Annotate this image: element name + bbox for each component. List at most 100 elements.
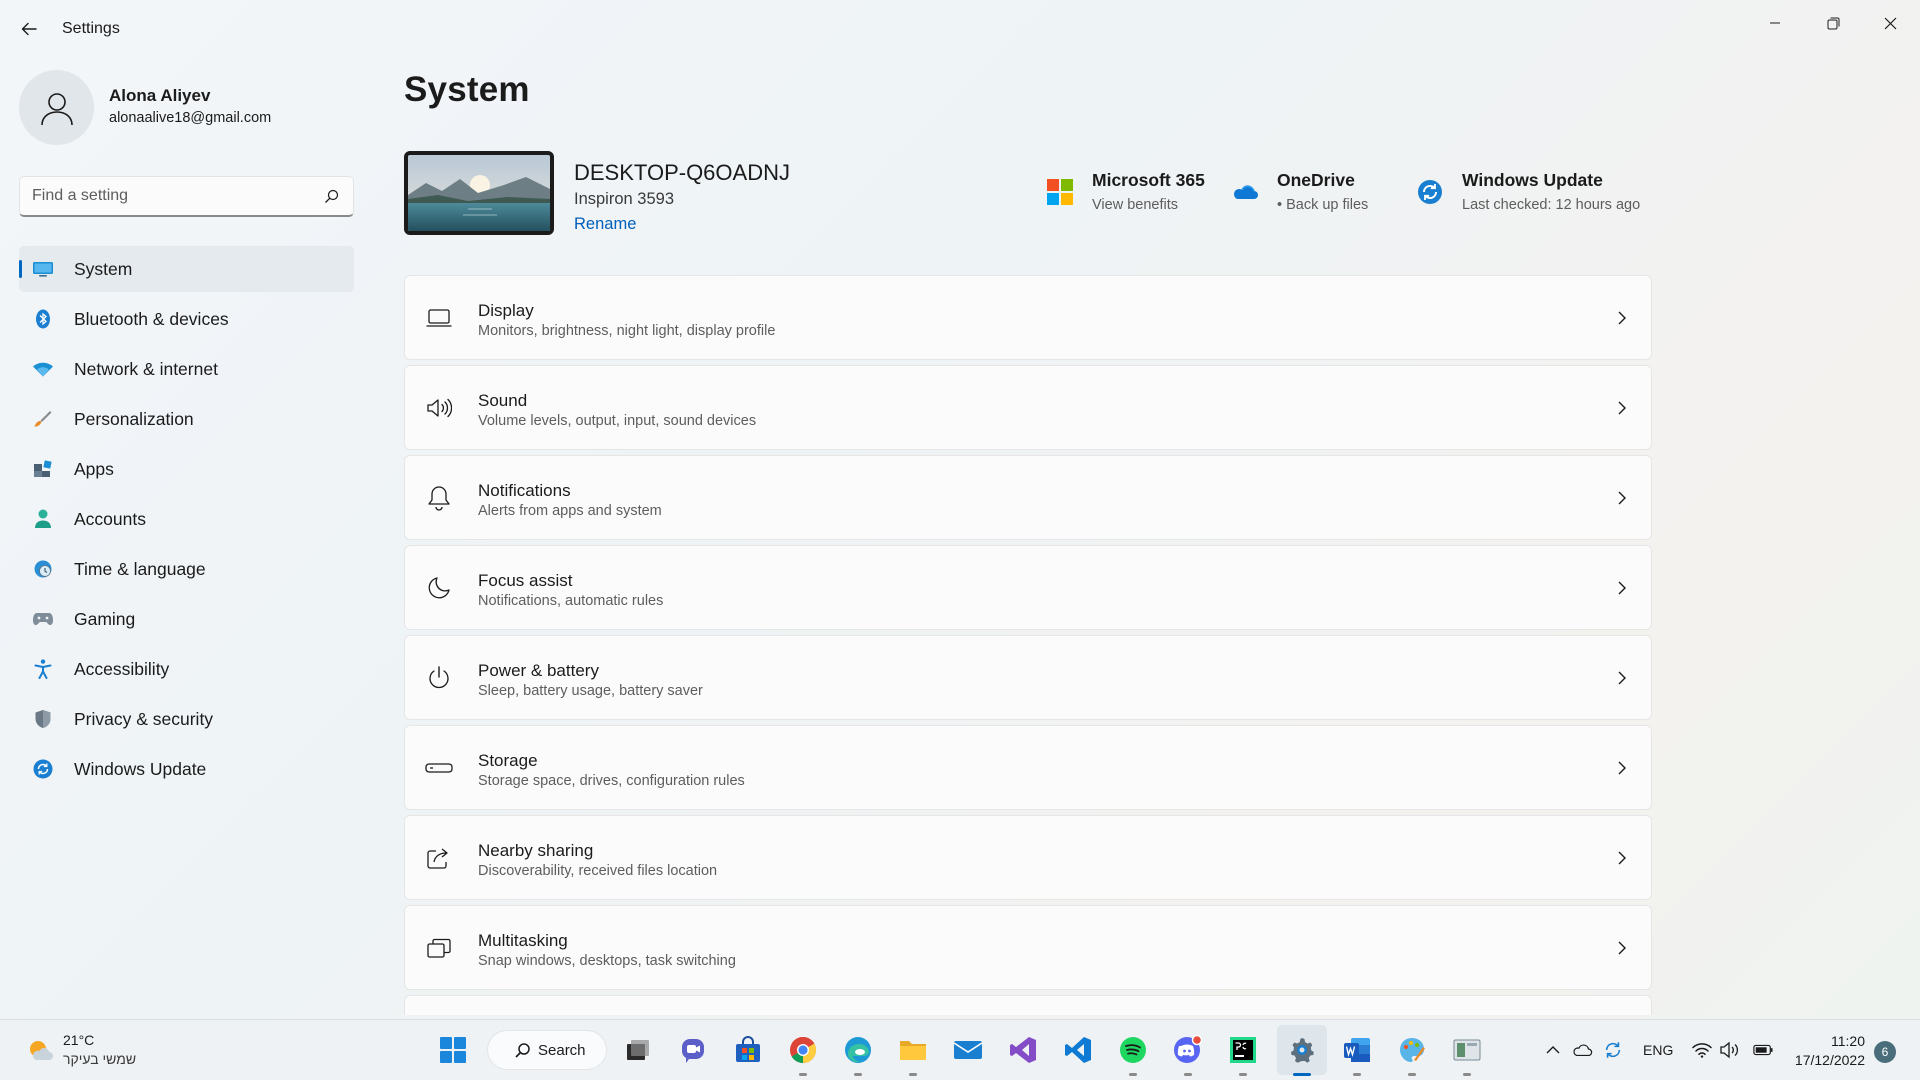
wifi-tray-icon[interactable] (1692, 1040, 1712, 1060)
settings-card-focus-assist[interactable]: Focus assist Notifications, automatic ru… (404, 545, 1652, 630)
onedrive-tray-icon[interactable] (1573, 1040, 1593, 1060)
running-indicator (854, 1073, 862, 1076)
card-title: Multitasking (478, 931, 568, 950)
spotify-button[interactable] (1115, 1032, 1151, 1076)
visual-studio-button[interactable] (1005, 1032, 1041, 1068)
restore-icon (1827, 17, 1839, 29)
sidebar-item-network[interactable]: Network & internet (19, 346, 354, 392)
quick-link-title: OneDrive (1277, 170, 1355, 190)
sidebar-item-windows-update[interactable]: Windows Update (19, 746, 354, 792)
sidebar-nav: System Bluetooth & devices Network & int… (19, 246, 354, 796)
store-icon (736, 1036, 760, 1062)
card-subtitle: Volume levels, output, input, sound devi… (478, 413, 757, 429)
close-button[interactable] (1867, 6, 1913, 40)
sidebar-item-bluetooth[interactable]: Bluetooth & devices (19, 296, 354, 342)
taskbar-search[interactable]: Search (487, 1030, 607, 1070)
microsoft-logo-icon (1046, 178, 1074, 206)
discord-button[interactable] (1170, 1032, 1206, 1076)
sidebar-item-label: Network & internet (74, 358, 218, 379)
sidebar-item-label: Accessibility (74, 658, 170, 679)
weather-temperature: 21°C (63, 1032, 95, 1048)
settings-gear-icon (1291, 1038, 1314, 1063)
globe-clock-icon (33, 559, 53, 579)
sidebar-item-time-language[interactable]: Time & language (19, 546, 354, 592)
settings-card-partial[interactable] (404, 995, 1652, 1015)
volume-tray-icon[interactable] (1720, 1040, 1740, 1060)
chevron-right-icon (1617, 940, 1627, 956)
sync-tray-icon[interactable] (1603, 1040, 1623, 1060)
sidebar-item-label: Personalization (74, 408, 194, 429)
settings-card-multitasking[interactable]: Multitasking Snap windows, desktops, tas… (404, 905, 1652, 990)
sidebar-item-accounts[interactable]: Accounts (19, 496, 354, 542)
settings-card-power-battery[interactable]: Power & battery Sleep, battery usage, ba… (404, 635, 1652, 720)
sidebar-item-label: Windows Update (74, 758, 207, 779)
quick-link-subtitle: Last checked: 12 hours ago (1462, 197, 1641, 213)
card-title: Storage (478, 751, 538, 770)
sidebar-item-accessibility[interactable]: Accessibility (19, 646, 354, 692)
mail-button[interactable] (950, 1032, 986, 1068)
settings-card-storage[interactable]: Storage Storage space, drives, configura… (404, 725, 1652, 810)
chrome-button[interactable] (785, 1032, 821, 1076)
edge-button[interactable] (840, 1032, 876, 1076)
apps-icon (33, 459, 53, 479)
sidebar-item-personalization[interactable]: Personalization (19, 396, 354, 442)
rename-link[interactable]: Rename (574, 215, 636, 234)
chevron-up-icon[interactable] (1543, 1040, 1563, 1060)
start-button[interactable] (435, 1032, 471, 1068)
card-title: Display (478, 301, 534, 320)
device-wallpaper-thumbnail (404, 151, 554, 235)
card-subtitle: Snap windows, desktops, task switching (478, 953, 736, 969)
card-subtitle: Alerts from apps and system (478, 503, 662, 519)
quick-link-microsoft-365[interactable]: Microsoft 365 View benefits (1046, 170, 1216, 220)
teams-chat-button[interactable] (675, 1032, 711, 1068)
paint-app-button[interactable] (1394, 1032, 1430, 1076)
quick-link-windows-update[interactable]: Windows Update Last checked: 12 hours ag… (1416, 170, 1652, 220)
sidebar-item-label: Apps (74, 458, 114, 479)
notification-badge[interactable]: 6 (1874, 1041, 1896, 1063)
quick-link-subtitle: View benefits (1092, 197, 1178, 213)
sidebar-item-privacy[interactable]: Privacy & security (19, 696, 354, 742)
avatar[interactable] (19, 70, 94, 145)
search-icon[interactable] (324, 189, 339, 204)
input-language[interactable]: ENG (1643, 1042, 1673, 1058)
app-window-button[interactable] (1449, 1032, 1485, 1076)
accessibility-icon (33, 659, 53, 679)
settings-search-box[interactable] (19, 176, 354, 217)
vscode-icon (1065, 1037, 1091, 1063)
word-button[interactable] (1339, 1032, 1375, 1076)
sidebar-item-apps[interactable]: Apps (19, 446, 354, 492)
mail-icon (953, 1041, 983, 1059)
quick-link-onedrive[interactable]: OneDrive • Back up files (1231, 170, 1391, 220)
settings-app-button[interactable] (1284, 1032, 1320, 1076)
quick-link-subtitle: • Back up files (1277, 197, 1369, 213)
back-button[interactable] (14, 14, 44, 44)
taskbar-search-label: Search (538, 1042, 586, 1059)
bell-icon (425, 484, 453, 512)
card-title: Focus assist (478, 571, 573, 590)
settings-card-display[interactable]: Display Monitors, brightness, night ligh… (404, 275, 1652, 360)
settings-card-sound[interactable]: Sound Volume levels, output, input, soun… (404, 365, 1652, 450)
sidebar-item-gaming[interactable]: Gaming (19, 596, 354, 642)
running-indicator (1408, 1073, 1416, 1076)
user-icon (40, 92, 73, 125)
search-input[interactable] (32, 185, 312, 207)
battery-tray-icon[interactable] (1753, 1040, 1773, 1060)
taskbar: 21°C שמשי בעיקר Search ENG 11:20 17/12/2… (0, 1019, 1920, 1080)
settings-card-nearby-sharing[interactable]: Nearby sharing Discoverability, received… (404, 815, 1652, 900)
settings-card-notifications[interactable]: Notifications Alerts from apps and syste… (404, 455, 1652, 540)
microsoft-store-button[interactable] (730, 1032, 766, 1068)
card-title: Notifications (478, 481, 571, 500)
close-icon (1884, 17, 1896, 29)
sidebar-item-system[interactable]: System (19, 246, 354, 292)
file-explorer-button[interactable] (895, 1032, 931, 1076)
pycharm-icon (1230, 1037, 1256, 1063)
minimize-button[interactable] (1752, 6, 1798, 40)
vscode-button[interactable] (1060, 1032, 1096, 1068)
app-window-icon (1453, 1039, 1481, 1061)
pycharm-button[interactable] (1225, 1032, 1261, 1076)
task-view-button[interactable] (620, 1032, 656, 1068)
chrome-icon (790, 1036, 817, 1064)
running-indicator (1293, 1073, 1311, 1076)
share-icon (425, 844, 453, 872)
restore-button[interactable] (1810, 6, 1856, 40)
